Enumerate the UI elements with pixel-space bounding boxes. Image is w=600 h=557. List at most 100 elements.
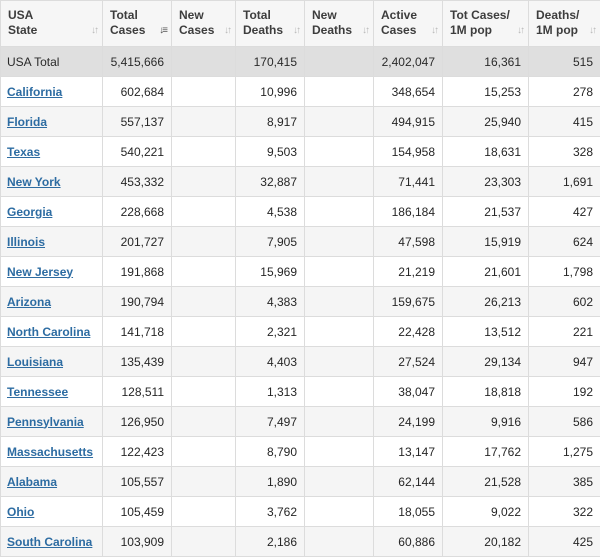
total-cases-cell: 602,684 — [103, 77, 172, 107]
column-header-state[interactable]: USAState↓↑ — [1, 1, 103, 47]
state-link[interactable]: Massachusetts — [7, 445, 93, 459]
total-deaths-cell: 2,321 — [236, 317, 305, 347]
deaths-per-1m-cell: 1,691 — [529, 167, 600, 197]
state-link[interactable]: Arizona — [7, 295, 51, 309]
state-link[interactable]: Texas — [7, 145, 40, 159]
cases-per-1m-cell: 15,919 — [443, 227, 529, 257]
state-cell: Texas — [1, 137, 103, 167]
column-header-label-line1: USA — [8, 8, 97, 23]
new-deaths-cell — [305, 227, 374, 257]
state-link[interactable]: Alabama — [7, 475, 57, 489]
state-link[interactable]: Illinois — [7, 235, 45, 249]
active-cases-cell: 2,402,047 — [374, 47, 443, 77]
state-link[interactable]: North Carolina — [7, 325, 90, 339]
header-row: USAState↓↑TotalCases↓≡NewCases↓↑TotalDea… — [1, 1, 600, 47]
column-header-total-cases[interactable]: TotalCases↓≡ — [103, 1, 172, 47]
new-cases-cell — [172, 407, 236, 437]
deaths-per-1m-cell: 1,275 — [529, 437, 600, 467]
total-cases-cell: 5,415,666 — [103, 47, 172, 77]
state-cell: Louisiana — [1, 347, 103, 377]
cases-per-1m-cell: 9,916 — [443, 407, 529, 437]
active-cases-cell: 186,184 — [374, 197, 443, 227]
state-link[interactable]: Tennessee — [7, 385, 68, 399]
state-link[interactable]: New Jersey — [7, 265, 73, 279]
state-link[interactable]: Georgia — [7, 205, 52, 219]
sort-icon[interactable]: ↓↑ — [517, 23, 523, 38]
state-link[interactable]: Louisiana — [7, 355, 63, 369]
deaths-per-1m-cell: 192 — [529, 377, 600, 407]
state-cell: Tennessee — [1, 377, 103, 407]
cases-per-1m-cell: 26,213 — [443, 287, 529, 317]
cases-per-1m-cell: 23,303 — [443, 167, 529, 197]
cases-per-1m-cell: 18,818 — [443, 377, 529, 407]
table-row: Ohio105,4593,76218,0559,022322 — [1, 497, 600, 527]
column-header-label-line1: Active — [381, 8, 437, 23]
new-cases-cell — [172, 137, 236, 167]
total-deaths-cell: 8,917 — [236, 107, 305, 137]
deaths-per-1m-cell: 322 — [529, 497, 600, 527]
column-header-cases-per-1m[interactable]: Tot Cases/1M pop↓↑ — [443, 1, 529, 47]
sort-icon[interactable]: ↓↑ — [293, 23, 299, 38]
total-cases-cell: 201,727 — [103, 227, 172, 257]
active-cases-cell: 47,598 — [374, 227, 443, 257]
column-header-label-line1: New — [312, 8, 368, 23]
column-header-active-cases[interactable]: ActiveCases↓↑ — [374, 1, 443, 47]
sort-icon[interactable]: ↓↑ — [91, 23, 97, 38]
new-deaths-cell — [305, 287, 374, 317]
total-cases-cell: 122,423 — [103, 437, 172, 467]
deaths-per-1m-cell: 947 — [529, 347, 600, 377]
state-link[interactable]: California — [7, 85, 62, 99]
deaths-per-1m-cell: 221 — [529, 317, 600, 347]
state-link[interactable]: Pennsylvania — [7, 415, 84, 429]
active-cases-cell: 22,428 — [374, 317, 443, 347]
deaths-per-1m-cell: 515 — [529, 47, 600, 77]
new-cases-cell — [172, 107, 236, 137]
sort-desc-icon[interactable]: ↓≡ — [159, 23, 166, 38]
total-deaths-cell: 32,887 — [236, 167, 305, 197]
state-link[interactable]: South Carolina — [7, 535, 92, 549]
total-deaths-cell: 10,996 — [236, 77, 305, 107]
column-header-total-deaths[interactable]: TotalDeaths↓↑ — [236, 1, 305, 47]
new-cases-cell — [172, 497, 236, 527]
state-link[interactable]: Ohio — [7, 505, 34, 519]
active-cases-cell: 27,524 — [374, 347, 443, 377]
state-cell: Massachusetts — [1, 437, 103, 467]
state-link[interactable]: Florida — [7, 115, 47, 129]
cases-per-1m-cell: 21,528 — [443, 467, 529, 497]
active-cases-cell: 494,915 — [374, 107, 443, 137]
sort-icon[interactable]: ↓↑ — [589, 23, 595, 38]
column-header-label-line1: Tot Cases/ — [450, 8, 523, 23]
active-cases-cell: 159,675 — [374, 287, 443, 317]
total-cases-cell: 453,332 — [103, 167, 172, 197]
column-header-label-line1: Total — [110, 8, 166, 23]
state-link[interactable]: New York — [7, 175, 61, 189]
cases-per-1m-cell: 15,253 — [443, 77, 529, 107]
cases-per-1m-cell: 29,134 — [443, 347, 529, 377]
state-cell: Pennsylvania — [1, 407, 103, 437]
total-deaths-cell: 1,313 — [236, 377, 305, 407]
new-deaths-cell — [305, 107, 374, 137]
active-cases-cell: 60,886 — [374, 527, 443, 557]
total-cases-cell: 105,557 — [103, 467, 172, 497]
table-row: Florida557,1378,917494,91525,940415 — [1, 107, 600, 137]
sort-icon[interactable]: ↓↑ — [431, 23, 437, 38]
cases-per-1m-cell: 16,361 — [443, 47, 529, 77]
active-cases-cell: 18,055 — [374, 497, 443, 527]
table-row: South Carolina103,9092,18660,88620,18242… — [1, 527, 600, 557]
new-cases-cell — [172, 287, 236, 317]
column-header-label-line2: Cases — [110, 23, 166, 38]
total-deaths-cell: 8,790 — [236, 437, 305, 467]
sort-icon[interactable]: ↓↑ — [224, 23, 230, 38]
total-deaths-cell: 3,762 — [236, 497, 305, 527]
new-cases-cell — [172, 167, 236, 197]
column-header-new-cases[interactable]: NewCases↓↑ — [172, 1, 236, 47]
total-row: USA Total5,415,666170,4152,402,04716,361… — [1, 47, 600, 77]
sort-icon[interactable]: ↓↑ — [362, 23, 368, 38]
new-deaths-cell — [305, 377, 374, 407]
total-cases-cell: 141,718 — [103, 317, 172, 347]
column-header-deaths-per-1m[interactable]: Deaths/1M pop↓↑ — [529, 1, 600, 47]
active-cases-cell: 24,199 — [374, 407, 443, 437]
new-cases-cell — [172, 47, 236, 77]
column-header-new-deaths[interactable]: NewDeaths↓↑ — [305, 1, 374, 47]
new-cases-cell — [172, 347, 236, 377]
